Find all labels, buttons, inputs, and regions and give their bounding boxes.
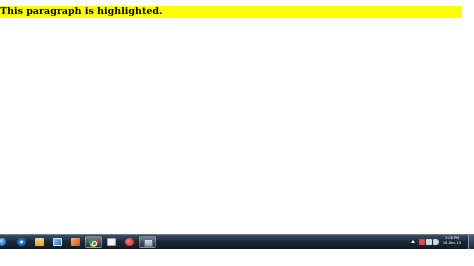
folder-icon (35, 238, 44, 246)
taskbar: 3:08 PM 16-Dec-15 (0, 234, 474, 249)
highlighted-paragraph: This paragraph is highlighted. (0, 6, 163, 17)
red-app-icon (125, 238, 134, 246)
chrome-icon (89, 238, 98, 247)
internet-explorer-icon (17, 238, 26, 246)
taskbar-windows-explorer[interactable] (32, 236, 47, 248)
taskbar-media-player[interactable] (50, 236, 65, 248)
start-button[interactable] (0, 236, 11, 248)
notepad-icon (107, 238, 116, 246)
chevron-up-icon[interactable] (411, 240, 415, 243)
taskbar-paint[interactable] (68, 236, 83, 248)
taskbar-internet-explorer[interactable] (14, 236, 29, 248)
windows-orb-icon (0, 238, 6, 246)
flag-icon[interactable] (419, 239, 425, 245)
taskbar-notepad[interactable] (104, 236, 119, 248)
taskbar-chrome[interactable] (85, 236, 102, 248)
clock-date: 16-Dec-15 (442, 241, 462, 245)
taskbar-misc-app[interactable] (139, 236, 156, 248)
page-bottom-margin (0, 249, 474, 266)
window-icon (144, 239, 153, 247)
network-icon[interactable] (426, 239, 432, 245)
speaker-icon[interactable] (433, 239, 439, 245)
taskbar-red-app[interactable] (122, 236, 137, 248)
paint-icon (71, 238, 80, 246)
clock[interactable]: 3:08 PM 16-Dec-15 (440, 236, 464, 246)
show-desktop-button[interactable] (468, 235, 474, 249)
media-player-icon (53, 238, 62, 246)
page: This paragraph is highlighted. 3:08 PM 1… (0, 0, 474, 266)
